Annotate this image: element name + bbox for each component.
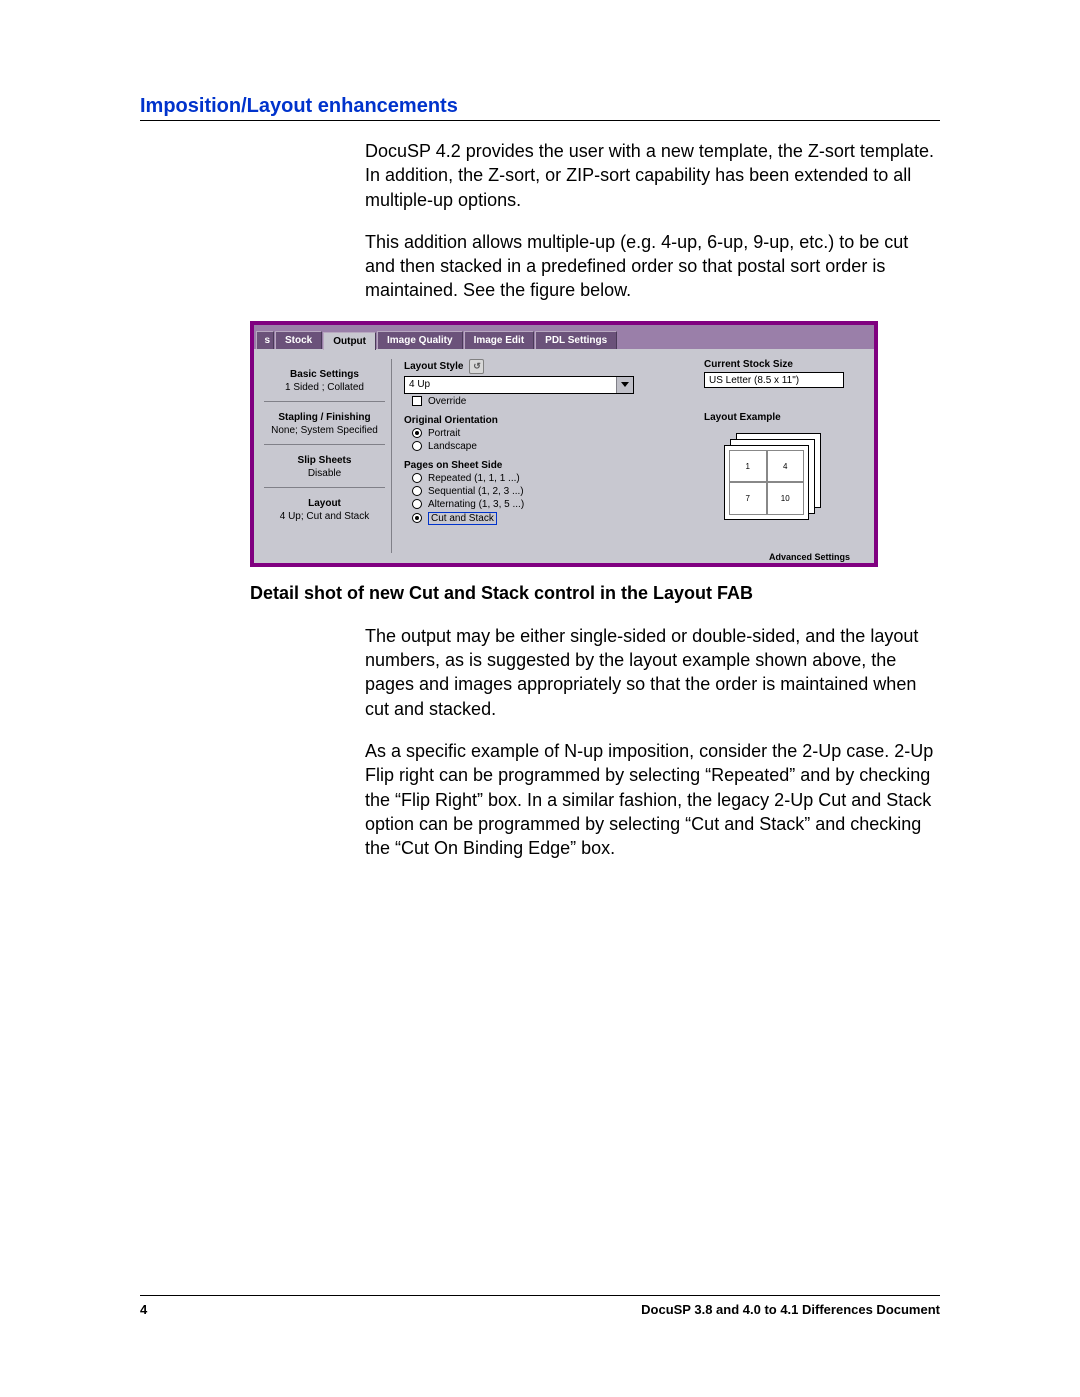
repeated-radio[interactable] bbox=[412, 473, 422, 483]
current-stock-size-value: US Letter (8.5 x 11") bbox=[704, 372, 844, 388]
layout-cell: 10 bbox=[767, 482, 805, 515]
body-paragraph: The output may be either single-sided or… bbox=[365, 624, 940, 721]
body-paragraph: DocuSP 4.2 provides the user with a new … bbox=[365, 139, 940, 212]
tab-image-quality[interactable]: Image Quality bbox=[377, 331, 463, 349]
override-label: Override bbox=[428, 396, 466, 407]
tab-bar: s Stock Output Image Quality Image Edit … bbox=[254, 325, 874, 349]
layout-style-value: 4 Up bbox=[409, 379, 430, 390]
chevron-down-icon[interactable] bbox=[616, 377, 633, 393]
sidebar-slip-heading: Slip Sheets bbox=[264, 455, 385, 466]
layout-style-combo[interactable]: 4 Up bbox=[404, 376, 634, 394]
sequential-label: Sequential (1, 2, 3 ...) bbox=[428, 486, 524, 497]
sidebar-basic-heading: Basic Settings bbox=[264, 369, 385, 380]
alternating-radio[interactable] bbox=[412, 499, 422, 509]
portrait-radio[interactable] bbox=[412, 428, 422, 438]
tab-image-edit[interactable]: Image Edit bbox=[464, 331, 535, 349]
advanced-settings-label: Advanced Settings bbox=[769, 552, 850, 562]
tab-partial[interactable]: s bbox=[256, 331, 274, 349]
tab-output[interactable]: Output bbox=[323, 332, 376, 350]
page-footer: 4 DocuSP 3.8 and 4.0 to 4.1 Differences … bbox=[140, 1295, 940, 1317]
reset-icon[interactable]: ↺ bbox=[469, 359, 484, 374]
sidebar-stapling-value: None; System Specified bbox=[264, 425, 385, 436]
tab-stock[interactable]: Stock bbox=[275, 331, 322, 349]
override-checkbox[interactable] bbox=[412, 396, 422, 406]
tab-pdl-settings[interactable]: PDL Settings bbox=[535, 331, 617, 349]
layout-style-label: Layout Style bbox=[404, 361, 463, 372]
sidebar: Basic Settings 1 Sided ; Collated Stapli… bbox=[264, 359, 392, 553]
sidebar-layout-heading: Layout bbox=[264, 498, 385, 509]
layout-center-column: Layout Style ↺ 4 Up Override Original Or… bbox=[392, 359, 696, 553]
layout-cell: 4 bbox=[767, 450, 805, 483]
figure-caption: Detail shot of new Cut and Stack control… bbox=[250, 583, 940, 604]
layout-cell: 1 bbox=[729, 450, 767, 483]
repeated-label: Repeated (1, 1, 1 ...) bbox=[428, 473, 520, 484]
sequential-radio[interactable] bbox=[412, 486, 422, 496]
cut-and-stack-radio[interactable] bbox=[412, 513, 422, 523]
sidebar-slip-value: Disable bbox=[264, 468, 385, 479]
page-number: 4 bbox=[140, 1302, 147, 1317]
footer-title: DocuSP 3.8 and 4.0 to 4.1 Differences Do… bbox=[641, 1302, 940, 1317]
sidebar-stapling-heading: Stapling / Finishing bbox=[264, 412, 385, 423]
landscape-label: Landscape bbox=[428, 441, 477, 452]
sidebar-layout-value: 4 Up; Cut and Stack bbox=[264, 511, 385, 522]
pages-on-sheet-label: Pages on Sheet Side bbox=[404, 460, 684, 471]
layout-cell: 7 bbox=[729, 482, 767, 515]
portrait-label: Portrait bbox=[428, 428, 460, 439]
current-stock-size-label: Current Stock Size bbox=[704, 359, 864, 370]
body-paragraph: As a specific example of N-up imposition… bbox=[365, 739, 940, 860]
layout-example-label: Layout Example bbox=[704, 412, 864, 423]
sidebar-basic-value: 1 Sided ; Collated bbox=[264, 382, 385, 393]
orientation-group-label: Original Orientation bbox=[404, 415, 684, 426]
body-paragraph: This addition allows multiple-up (e.g. 4… bbox=[365, 230, 940, 303]
layout-example-diagram: 1 4 7 10 bbox=[724, 433, 844, 523]
screenshot-panel: s Stock Output Image Quality Image Edit … bbox=[250, 321, 878, 567]
right-column: Current Stock Size US Letter (8.5 x 11")… bbox=[696, 359, 864, 553]
alternating-label: Alternating (1, 3, 5 ...) bbox=[428, 499, 524, 510]
landscape-radio[interactable] bbox=[412, 441, 422, 451]
section-heading: Imposition/Layout enhancements bbox=[140, 95, 940, 121]
cut-and-stack-label: Cut and Stack bbox=[428, 512, 497, 525]
